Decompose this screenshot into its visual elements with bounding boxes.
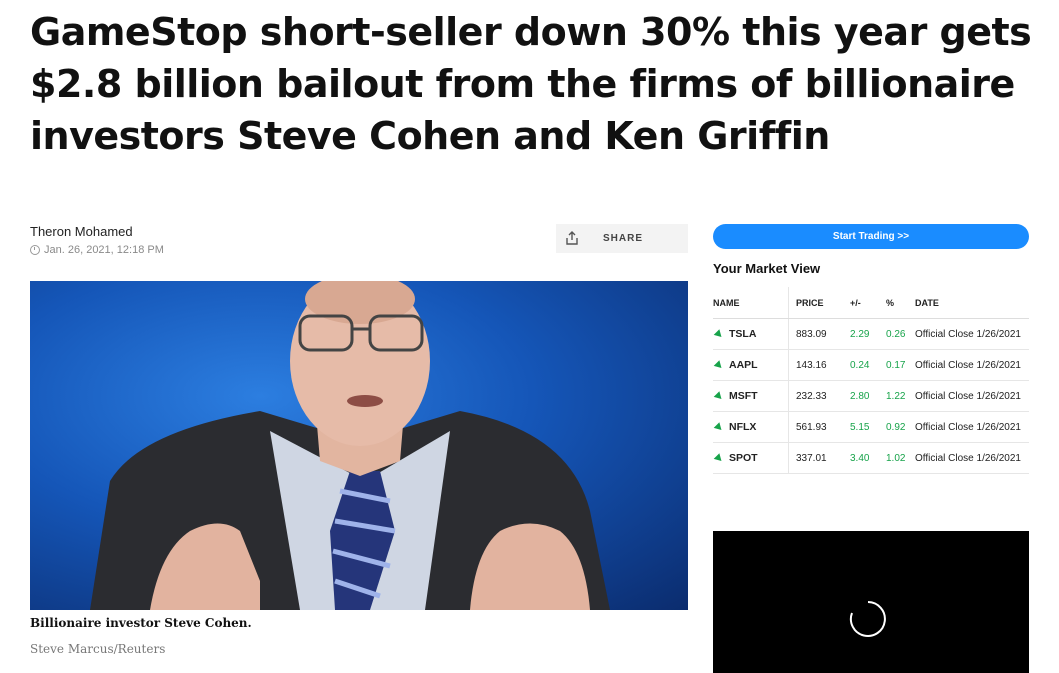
share-label: SHARE (603, 233, 644, 244)
author-name[interactable]: Theron Mohamed (30, 224, 133, 239)
trend-up-icon (713, 360, 725, 371)
share-button[interactable]: SHARE (556, 224, 688, 253)
stock-price: 337.01 (788, 442, 850, 474)
column-header-date: DATE (915, 287, 1029, 319)
table-row[interactable]: NFLX 561.93 5.15 0.92 Official Close 1/2… (713, 411, 1029, 443)
stock-percent: 1.02 (886, 442, 915, 474)
stock-price: 232.33 (788, 380, 850, 412)
market-view-table: NAME PRICE +/- % DATE TSLA 883.09 2.29 0… (713, 287, 1029, 474)
trend-up-icon (713, 422, 725, 433)
column-header-name: NAME (713, 287, 789, 319)
publish-date-text: Jan. 26, 2021, 12:18 PM (44, 244, 164, 256)
article-photo (30, 281, 688, 610)
column-header-price: PRICE (788, 287, 850, 319)
table-row[interactable]: SPOT 337.01 3.40 1.02 Official Close 1/2… (713, 442, 1029, 474)
stock-percent: 1.22 (886, 380, 915, 412)
stock-change: 0.24 (850, 349, 886, 381)
trend-up-icon (713, 329, 725, 340)
table-header-row: NAME PRICE +/- % DATE (713, 287, 1029, 319)
loading-spinner-icon (849, 601, 886, 637)
stock-percent: 0.92 (886, 411, 915, 443)
video-player[interactable] (713, 531, 1029, 673)
stock-symbol[interactable]: NFLX (729, 421, 756, 433)
market-view-title: Your Market View (713, 261, 821, 276)
stock-change: 2.80 (850, 380, 886, 412)
stock-symbol[interactable]: TSLA (729, 328, 756, 340)
stock-change: 3.40 (850, 442, 886, 474)
clock-icon (30, 245, 40, 255)
photo-illustration (90, 281, 610, 610)
table-row[interactable]: TSLA 883.09 2.29 0.26 Official Close 1/2… (713, 318, 1029, 350)
column-header-change: +/- (850, 287, 886, 319)
stock-date: Official Close 1/26/2021 (915, 349, 1029, 381)
stock-date: Official Close 1/26/2021 (915, 411, 1029, 443)
column-header-percent: % (886, 287, 915, 319)
article-headline: GameStop short-seller down 30% this year… (30, 10, 1032, 158)
image-caption: Billionaire investor Steve Cohen. (30, 616, 252, 630)
stock-percent: 0.17 (886, 349, 915, 381)
trend-up-icon (713, 391, 725, 402)
stock-change: 2.29 (850, 318, 886, 350)
stock-symbol[interactable]: SPOT (729, 452, 758, 464)
stock-price: 561.93 (788, 411, 850, 443)
trend-up-icon (713, 453, 725, 464)
table-row[interactable]: MSFT 232.33 2.80 1.22 Official Close 1/2… (713, 380, 1029, 412)
stock-symbol[interactable]: AAPL (729, 359, 758, 371)
stock-change: 5.15 (850, 411, 886, 443)
stock-date: Official Close 1/26/2021 (915, 442, 1029, 474)
stock-symbol[interactable]: MSFT (729, 390, 758, 402)
image-credit: Steve Marcus/Reuters (30, 642, 166, 656)
stock-price: 143.16 (788, 349, 850, 381)
share-icon (566, 231, 578, 245)
stock-date: Official Close 1/26/2021 (915, 318, 1029, 350)
stock-price: 883.09 (788, 318, 850, 350)
start-trading-button[interactable]: Start Trading >> (713, 224, 1029, 249)
stock-date: Official Close 1/26/2021 (915, 380, 1029, 412)
stock-percent: 0.26 (886, 318, 915, 350)
publish-date: Jan. 26, 2021, 12:18 PM (30, 244, 164, 256)
table-row[interactable]: AAPL 143.16 0.24 0.17 Official Close 1/2… (713, 349, 1029, 381)
